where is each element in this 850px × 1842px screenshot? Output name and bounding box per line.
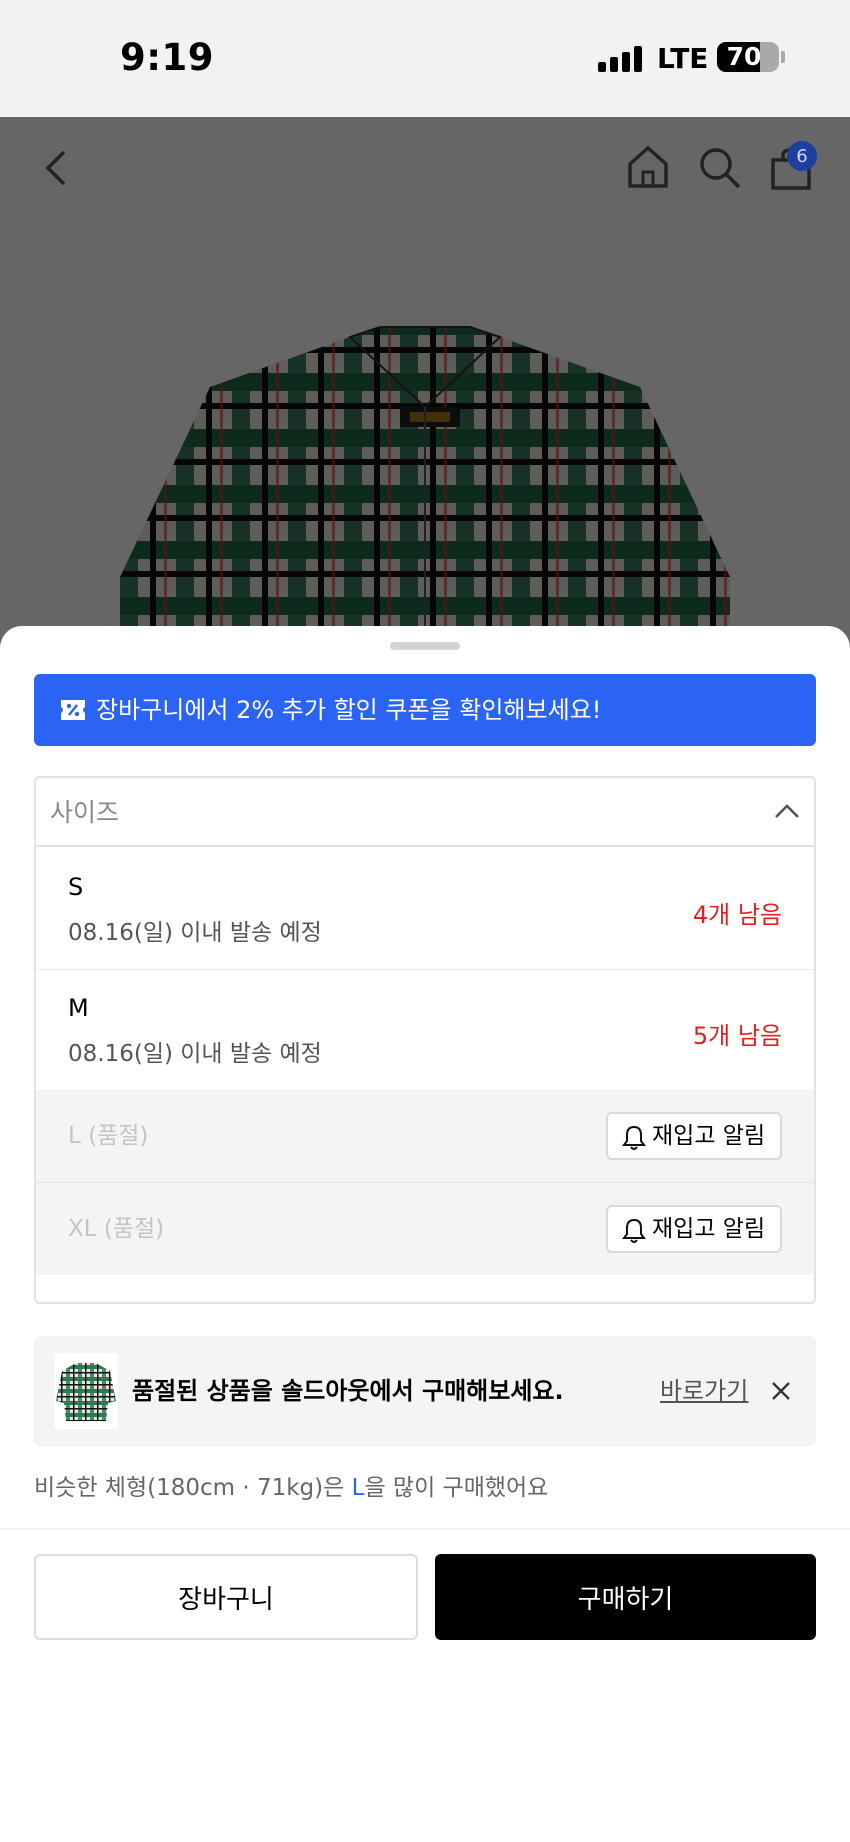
buy-now-button[interactable]: 구매하기 — [435, 1554, 816, 1640]
sheet-handle[interactable] — [390, 642, 460, 650]
size-option-name: L (품절) — [68, 1123, 149, 1149]
size-option-xl-soldout: XL (품절) 재입고 알림 — [36, 1183, 814, 1275]
size-option-stock: 5개 남음 — [692, 1022, 782, 1050]
size-option-l-soldout: L (품절) 재입고 알림 — [36, 1090, 814, 1182]
svg-text:6: 6 — [796, 146, 807, 167]
size-option-m[interactable]: M 08.16(일) 이내 발송 예정 5개 남음 — [36, 970, 814, 1090]
size-dropdown-header[interactable]: 사이즈 — [36, 778, 814, 847]
recommendation-prefix: 비슷한 체형(180cm · 71kg)은 — [34, 1475, 352, 1501]
recommended-size: L — [351, 1475, 365, 1501]
size-option-name: XL (품절) — [68, 1216, 165, 1242]
option-bottom-sheet: 장바구니에서 2% 추가 할인 쿠폰을 확인해보세요! 사이즈 S 08.16(… — [0, 626, 850, 1842]
restock-alert-button[interactable]: 재입고 알림 — [606, 1205, 782, 1253]
size-option-stock: 4개 남음 — [692, 901, 782, 929]
restock-alert-button[interactable]: 재입고 알림 — [606, 1112, 782, 1160]
signal-icon — [598, 46, 644, 72]
size-option-name: S — [68, 873, 84, 901]
status-bar: 9:19 LTE 70 — [0, 0, 850, 117]
size-option-shipping: 08.16(일) 이내 발송 예정 — [68, 920, 322, 946]
home-icon[interactable] — [626, 144, 670, 190]
recommendation-suffix: 을 많이 구매했어요 — [364, 1475, 549, 1501]
network-type: LTE — [657, 42, 709, 75]
battery-level: 70 — [726, 42, 762, 71]
size-selector: 사이즈 S 08.16(일) 이내 발송 예정 4개 남음 M 08.16(일)… — [34, 776, 816, 1304]
search-icon[interactable] — [698, 146, 742, 190]
restock-alert-label: 재입고 알림 — [652, 1216, 766, 1242]
coupon-banner-text: 장바구니에서 2% 추가 할인 쿠폰을 확인해보세요! — [96, 696, 602, 724]
dim-overlay[interactable] — [0, 117, 850, 677]
sheet-divider — [0, 1528, 850, 1530]
size-recommendation: 비슷한 체형(180cm · 71kg)은 L을 많이 구매했어요 — [34, 1468, 548, 1502]
size-dropdown-label: 사이즈 — [50, 798, 120, 827]
soldout-promo-text: 품절된 상품을 솔드아웃에서 구매해보세요. — [132, 1377, 564, 1405]
cart-badge: 6 — [787, 141, 817, 171]
chevron-up-icon[interactable] — [774, 802, 800, 820]
add-to-cart-button[interactable]: 장바구니 — [34, 1554, 418, 1640]
product-thumbnail — [54, 1353, 118, 1429]
back-icon[interactable] — [42, 148, 68, 188]
bell-icon — [622, 1125, 646, 1150]
size-option-s[interactable]: S 08.16(일) 이내 발송 예정 4개 남음 — [36, 849, 814, 969]
size-option-name: M — [68, 994, 89, 1022]
battery-cap — [781, 51, 785, 63]
size-option-shipping: 08.16(일) 이내 발송 예정 — [68, 1041, 322, 1067]
close-icon[interactable] — [770, 1380, 792, 1402]
coupon-icon — [61, 700, 85, 720]
status-time: 9:19 — [120, 36, 215, 79]
restock-alert-label: 재입고 알림 — [652, 1123, 766, 1149]
coupon-banner[interactable]: 장바구니에서 2% 추가 할인 쿠폰을 확인해보세요! — [34, 674, 816, 746]
shortcut-link[interactable]: 바로가기 — [660, 1336, 748, 1446]
bell-icon — [622, 1218, 646, 1243]
battery-icon: 70 — [717, 42, 779, 72]
soldout-promo-banner: 품절된 상품을 솔드아웃에서 구매해보세요. 바로가기 — [34, 1336, 816, 1446]
